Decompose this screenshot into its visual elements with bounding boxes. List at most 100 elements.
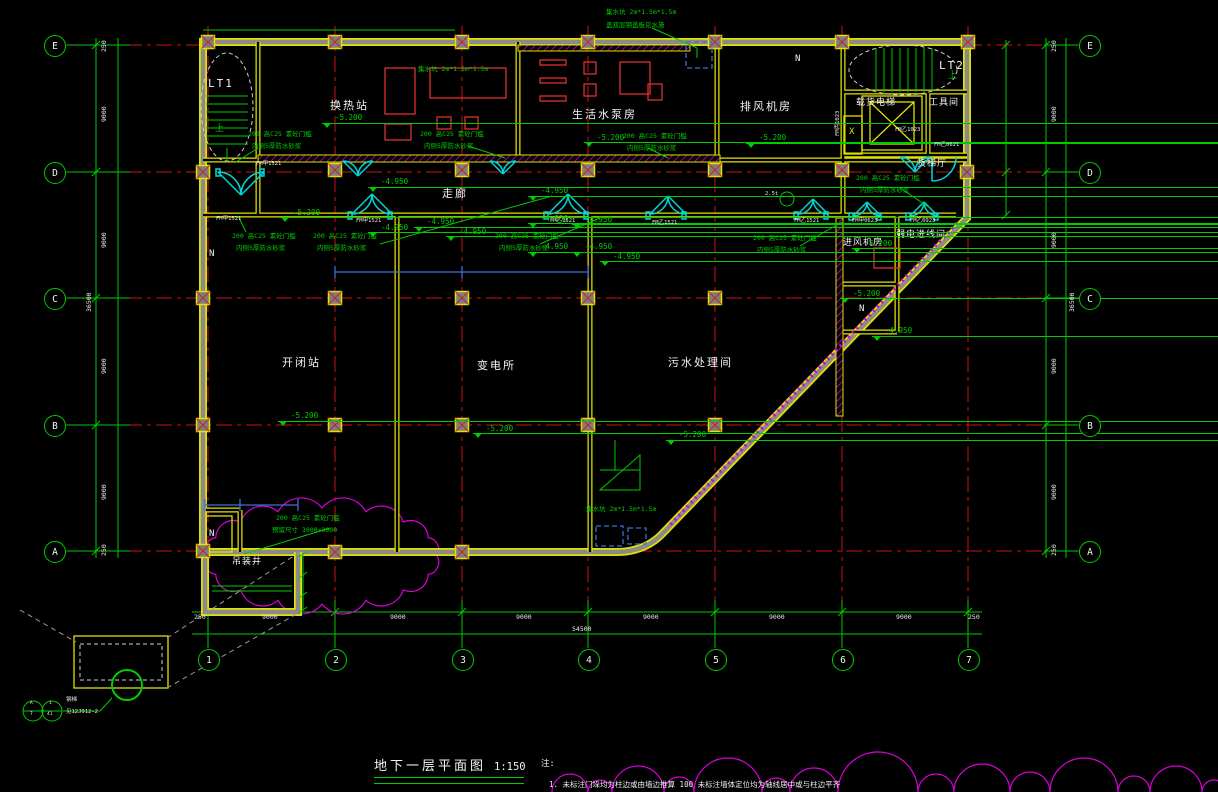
elev-mark-10: -4.950 xyxy=(600,253,1218,263)
threshold-4b: 内侧5厚防水砂浆 xyxy=(236,245,285,252)
callout-1-top: A xyxy=(30,702,33,707)
elev-mark-4: -4.950 xyxy=(446,228,1218,238)
threshold-8a: 200 高C25 素砼门槛 xyxy=(856,175,920,182)
grid-bubble-row-E-left: E xyxy=(44,35,66,57)
threshold-9b: 预留尺寸 3000×3000 xyxy=(272,527,337,534)
hoist-capacity: 2.5t xyxy=(765,192,778,198)
shaft-label-n-1: N xyxy=(209,250,215,259)
door-tag-6: FM甲0623 xyxy=(852,219,877,225)
grid-bubble-row-B-right: B xyxy=(1079,415,1101,437)
dim-right-1: 9000 xyxy=(1051,106,1058,122)
dim-right-4: 9000 xyxy=(1051,484,1058,500)
room-elev-sewage: -5.200 xyxy=(666,431,1218,441)
room-label-switch-station: 开闭站 xyxy=(282,357,321,368)
shaft-label-n-2: N xyxy=(795,55,801,64)
dim-left-5: 250 xyxy=(101,544,108,556)
threshold-4a: 200 高C25 素砼门槛 xyxy=(232,233,296,240)
dim-bottom-6: 9000 xyxy=(896,614,912,621)
threshold-5b: 内侧5厚防水砂浆 xyxy=(317,245,366,252)
grid-bubble-row-D-right: D xyxy=(1079,162,1101,184)
threshold-7a: 200 高C25 素砼门槛 xyxy=(753,235,817,242)
threshold-9a: 200 高C25 素砼门槛 xyxy=(276,515,340,522)
room-label-water-pump: 生活水泵房 xyxy=(572,109,637,120)
door-tag-3: FM乙1521 xyxy=(550,219,575,225)
dim-left-2: 9000 xyxy=(101,232,108,248)
grid-bubble-row-C-right: C xyxy=(1079,288,1101,310)
dim-bottom-0: 250 xyxy=(194,614,206,621)
grid-bubble-row-A-left: A xyxy=(44,541,66,563)
dim-right-2: 9000 xyxy=(1051,232,1058,248)
ladder-note-1: 钢梯 xyxy=(66,698,77,704)
grid-bubble-col-3: 3 xyxy=(452,649,474,671)
grid-bubble-row-C-left: C xyxy=(44,288,66,310)
room-label-freight-elevator: 载货电梯 xyxy=(856,99,896,108)
ladder-note-2: 见12J912-2 xyxy=(66,710,98,716)
sump-note-top-1: 集水坑 2m*1.5m*1.5m xyxy=(606,9,676,16)
door-tag-5: FM乙1521 xyxy=(794,219,819,225)
door-tag-2: FM甲1521 xyxy=(356,219,381,225)
shaft-label-x: X xyxy=(849,128,855,137)
drawing-scale: 1:150 xyxy=(494,762,526,773)
dim-bottom-2: 9000 xyxy=(390,614,406,621)
elev-mark-9: -4.950 xyxy=(572,243,1218,253)
room-elev-switch-station: -5.200 xyxy=(278,412,1218,422)
door-tag-8: FM乙1023 xyxy=(895,128,920,134)
room-label-tool-room: 工具间 xyxy=(929,99,959,108)
grid-bubble-col-6: 6 xyxy=(832,649,854,671)
threshold-3a: 200 高C25 素砼门槛 xyxy=(623,133,687,140)
dim-right-5: 250 xyxy=(1051,544,1058,556)
title-underline xyxy=(374,777,524,784)
note-line-1: 1. 未标注门垛均为柱边或由墙边推算 100 未标注墙体定位均为轴线居中或与柱边… xyxy=(549,781,840,789)
threshold-1a: 200 高C25 素砼门槛 xyxy=(248,131,312,138)
sump-note-heat: 集水坑 2m*1.5m*1.5m xyxy=(418,66,488,73)
threshold-6a: 200 高C25 素砼门槛 xyxy=(495,233,559,240)
stair-up-lt2: 上 xyxy=(948,72,958,81)
threshold-5a: 200 高C25 素砼门槛 xyxy=(313,233,377,240)
grid-bubble-row-B-left: B xyxy=(44,415,66,437)
callout-2-top: 1 xyxy=(49,702,52,707)
door-tag-7: FM乙0923 xyxy=(910,219,935,225)
callout-1-bottom: 7 xyxy=(30,713,33,718)
stair-label-lt1: LT1 xyxy=(208,78,234,89)
grid-bubble-col-2: 2 xyxy=(325,649,347,671)
dim-left-4: 9000 xyxy=(101,484,108,500)
notes-label: 注: xyxy=(541,760,555,769)
threshold-8b: 内侧5厚防水砂浆 xyxy=(860,187,909,194)
threshold-7b: 内侧5厚防水砂浆 xyxy=(757,247,806,254)
door-tag-11: FM甲1521 xyxy=(256,162,281,168)
dim-bottom-total: 54500 xyxy=(572,626,592,633)
grid-bubble-col-4: 4 xyxy=(578,649,600,671)
stair-up-lt1: 上 xyxy=(215,125,225,134)
threshold-3b: 内侧5厚防水砂浆 xyxy=(627,145,676,152)
threshold-1b: 内侧5厚防水砂浆 xyxy=(252,143,301,150)
room-label-hoist-well: 吊装井 xyxy=(232,558,262,567)
room-elev-heat-exchange: -5.200 xyxy=(322,114,1218,124)
dim-right-total: 36500 xyxy=(1069,292,1076,312)
dim-bottom-1: 9000 xyxy=(262,614,278,621)
grid-bubble-row-A-right: A xyxy=(1079,541,1101,563)
grid-bubble-col-7: 7 xyxy=(958,649,980,671)
room-label-exhaust-fan: 排风机房 xyxy=(740,101,792,112)
dim-bottom-4: 9000 xyxy=(643,614,659,621)
room-elev-exhaust-fan: -5.200 xyxy=(746,134,1218,144)
dim-left-1: 9000 xyxy=(101,106,108,122)
text-annotations-layer: 地下一层平面图 1:150 注: 1. 未标注门垛均为柱边或由墙边推算 100 … xyxy=(0,0,1218,792)
door-tag-9: FM乙0621 xyxy=(934,143,959,149)
room-label-sewage: 污水处理间 xyxy=(668,357,733,368)
door-tag-10: FM丙1023 xyxy=(836,111,842,136)
shaft-label-n-4: N xyxy=(209,530,215,539)
drawing-title: 地下一层平面图 xyxy=(374,760,486,773)
threshold-2b: 内侧5厚防水砂浆 xyxy=(424,143,473,150)
dim-left-total: 36500 xyxy=(86,292,93,312)
room-label-substation: 变电所 xyxy=(477,360,516,371)
sump-note-top-2: 盖双层钢盖板见水施 xyxy=(606,22,665,29)
dim-right-0: 250 xyxy=(1051,40,1058,52)
callout-2-bottom: 41 xyxy=(47,713,52,718)
threshold-2a: 200 高C25 素砼门槛 xyxy=(420,131,484,138)
dim-right-3: 9000 xyxy=(1051,358,1058,374)
room-elev-air-intake: -5.200 xyxy=(840,290,1218,300)
grid-bubble-col-5: 5 xyxy=(705,649,727,671)
door-tag-4: FM乙1521 xyxy=(652,221,677,227)
dim-bottom-5: 9000 xyxy=(769,614,785,621)
stair-label-lt2: LT2 xyxy=(939,60,965,71)
